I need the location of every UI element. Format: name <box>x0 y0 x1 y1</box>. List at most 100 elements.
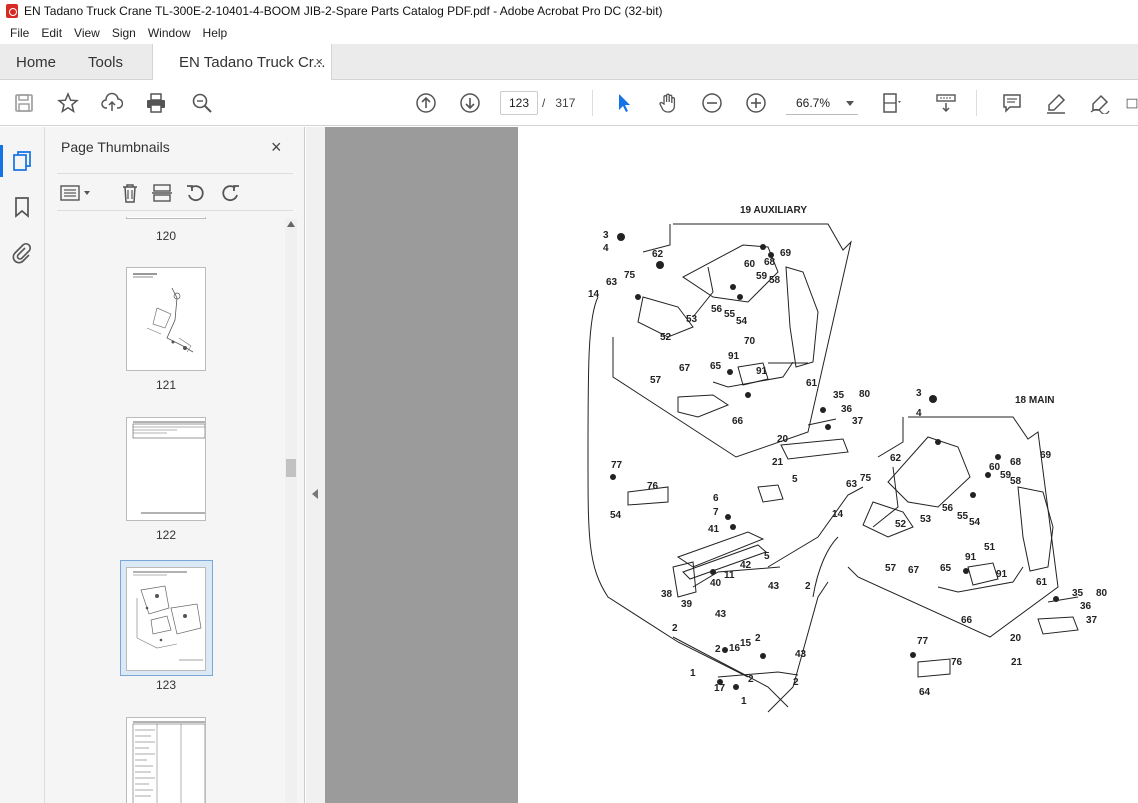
attachment-icon[interactable] <box>10 241 34 265</box>
part-callout-label: 42 <box>740 560 752 571</box>
thumbnail-label: 121 <box>155 378 177 392</box>
part-callout-label: 60 <box>989 462 1001 473</box>
menu-sign[interactable]: Sign <box>106 26 142 40</box>
rotate-clockwise-icon[interactable] <box>219 182 241 204</box>
part-callout-label: 56 <box>942 503 954 514</box>
page-separator: / <box>542 96 546 110</box>
part-callout-label: 5 <box>764 551 770 562</box>
part-callout-label: 59 <box>756 271 768 282</box>
menu-window[interactable]: Window <box>142 26 197 40</box>
zoom-search-icon[interactable] <box>190 91 214 115</box>
part-callout-label: 21 <box>1011 657 1023 668</box>
options-menu-icon[interactable] <box>59 182 93 204</box>
next-page-icon[interactable] <box>458 91 482 115</box>
part-callout-label: 67 <box>908 565 920 576</box>
more-tools-icon[interactable] <box>1126 91 1138 115</box>
scrollbar-thumb[interactable] <box>286 459 296 477</box>
part-callout-label: 54 <box>736 316 748 327</box>
main-header: 18 MAIN <box>1015 395 1054 406</box>
zoom-in-icon[interactable] <box>744 91 768 115</box>
part-callout-label: 52 <box>895 519 907 530</box>
zoom-level-select[interactable]: 66.7% <box>786 91 858 115</box>
part-callout-label: 57 <box>885 563 897 574</box>
document-view[interactable]: 19 AUXILIARY 18 MAIN 3 4 62 69 60 68 59 58 63 75 1… <box>325 127 1138 803</box>
print-icon[interactable] <box>144 91 168 115</box>
page-thumbnails-icon[interactable] <box>0 145 34 177</box>
part-callout-label: 61 <box>1036 577 1048 588</box>
comment-icon[interactable] <box>1000 91 1024 115</box>
part-callout-label: 80 <box>859 389 871 400</box>
upload-cloud-icon[interactable] <box>100 91 124 115</box>
part-callout-label: 41 <box>708 524 720 535</box>
page-thumbnail[interactable] <box>126 217 206 219</box>
part-callout-label: 70 <box>744 336 756 347</box>
tab-document[interactable]: EN Tadano Truck Cr... × <box>152 44 332 81</box>
page-thumbnail[interactable] <box>126 417 206 521</box>
rotate-counterclockwise-icon[interactable] <box>185 182 207 204</box>
part-callout-label: 37 <box>852 416 864 427</box>
acrobat-app-icon <box>6 4 18 18</box>
page-thumbnail[interactable] <box>126 717 206 803</box>
page-number-input[interactable]: 123 <box>500 91 538 115</box>
part-callout-label: 39 <box>681 599 693 610</box>
part-callout-label: 64 <box>919 687 931 698</box>
part-callout-label: 54 <box>610 510 622 521</box>
thumbnail-scrollbar[interactable] <box>285 219 297 803</box>
part-callout-label: 2 <box>672 623 678 634</box>
hand-tool-icon[interactable] <box>656 91 680 115</box>
chevron-down-icon <box>846 101 854 106</box>
part-callout-label: 77 <box>611 460 623 471</box>
part-callout-label: 68 <box>1010 457 1022 468</box>
part-callout-label: 43 <box>715 609 727 620</box>
star-icon[interactable] <box>56 91 80 115</box>
page-fit-icon[interactable] <box>880 91 904 115</box>
part-callout-label: 16 <box>729 643 741 654</box>
tab-close-icon[interactable]: × <box>315 54 323 69</box>
part-callout-label: 35 <box>833 390 845 401</box>
panel-collapse-handle[interactable] <box>306 127 325 803</box>
thumbnail-toolbar <box>57 173 293 211</box>
close-icon[interactable]: × <box>271 137 282 158</box>
zoom-out-icon[interactable] <box>700 91 724 115</box>
insert-pages-icon[interactable] <box>151 182 173 204</box>
menu-file[interactable]: File <box>4 26 35 40</box>
part-callout-label: 66 <box>961 615 973 626</box>
highlight-pen-icon[interactable] <box>1044 91 1068 115</box>
part-callout-label: 7 <box>713 507 719 518</box>
part-callout-label: 91 <box>728 351 740 362</box>
tab-home[interactable]: Home <box>16 44 56 80</box>
part-callout-label: 51 <box>984 542 996 553</box>
collapse-arrow-icon <box>312 489 318 499</box>
part-callout-label: 1 <box>741 696 747 707</box>
toolbar-divider <box>592 90 593 116</box>
part-callout-label: 63 <box>606 277 618 288</box>
save-icon[interactable] <box>12 91 36 115</box>
select-cursor-icon[interactable] <box>612 91 636 115</box>
menu-view[interactable]: View <box>68 26 106 40</box>
part-callout-label: 14 <box>832 509 844 520</box>
part-callout-label: 65 <box>710 361 722 372</box>
part-callout-label: 35 <box>1072 588 1084 599</box>
pdf-page: 19 AUXILIARY 18 MAIN 3 4 62 69 60 68 59 58 63 75 1… <box>518 127 1138 803</box>
page-thumbnail[interactable] <box>126 267 206 371</box>
part-callout-label: 1 <box>690 668 696 679</box>
tab-tools[interactable]: Tools <box>88 44 123 80</box>
part-callout-label: 62 <box>652 249 664 260</box>
part-callout-label: 58 <box>769 275 781 286</box>
part-callout-label: 2 <box>805 581 811 592</box>
part-callout-label: 53 <box>686 314 698 325</box>
page-thumbnail-selected[interactable] <box>126 567 206 671</box>
thumbnail-label: 123 <box>155 678 177 692</box>
part-callout-label: 54 <box>969 517 981 528</box>
sign-pen-icon[interactable] <box>1088 91 1112 115</box>
delete-icon[interactable] <box>119 182 141 204</box>
previous-page-icon[interactable] <box>414 91 438 115</box>
menu-help[interactable]: Help <box>197 26 234 40</box>
bookmark-icon[interactable] <box>10 195 34 219</box>
scroll-up-arrow-icon[interactable] <box>287 221 295 227</box>
scroll-mode-icon[interactable] <box>934 91 958 115</box>
part-callout-label: 38 <box>661 589 673 600</box>
menu-edit[interactable]: Edit <box>35 26 68 40</box>
part-callout-label: 61 <box>806 378 818 389</box>
part-callout-label: 36 <box>1080 601 1092 612</box>
